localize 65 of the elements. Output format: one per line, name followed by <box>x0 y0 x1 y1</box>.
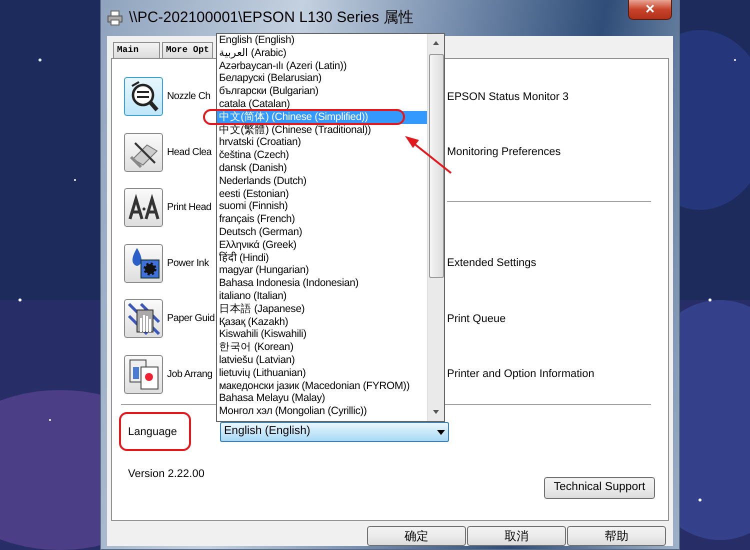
window-title: \\PC-202100001\EPSON L130 Series 属性 <box>129 8 414 28</box>
list-option[interactable]: العربية (Arabic) <box>217 46 427 60</box>
list-option[interactable]: catala (Catalan) <box>217 98 427 111</box>
highlight-box <box>119 412 191 451</box>
list-option[interactable]: हिंदी (Hindi) <box>217 252 427 264</box>
tool-label[interactable]: Monitoring Preferences <box>447 144 659 160</box>
dialog-button[interactable]: 帮助 <box>567 526 666 546</box>
list-option[interactable]: suomi (Finnish) <box>217 200 427 214</box>
language-label: Language <box>127 424 178 440</box>
tool-label[interactable]: Power Ink <box>167 256 209 271</box>
scroll-thumb[interactable] <box>429 54 444 278</box>
list-option[interactable]: Kiswahili (Kiswahili) <box>217 328 427 342</box>
list-option[interactable]: lietuvių (Lithuanian) <box>217 366 427 380</box>
tool-button[interactable] <box>124 354 163 394</box>
list-option[interactable]: latviešu (Latvian) <box>217 354 427 367</box>
tool-label[interactable]: EPSON Status Monitor 3 <box>447 88 659 105</box>
list-option[interactable]: Қазақ (Kazakh) <box>217 316 427 328</box>
caret-icon <box>437 430 445 434</box>
language-dropdown[interactable]: English (English) <box>220 422 449 442</box>
language-menu[interactable] <box>216 33 445 422</box>
hand-paper-icon <box>126 302 160 336</box>
list-option[interactable]: italiano (Italian) <box>217 290 427 303</box>
tool-label[interactable]: Paper Guid <box>167 311 215 326</box>
tab[interactable]: More Opt <box>162 42 214 58</box>
list-option[interactable]: hrvatski (Croatian) <box>217 136 427 150</box>
list-option[interactable]: 中文(繁體) (Chinese (Traditional)) <box>217 124 427 136</box>
list-option[interactable]: čeština (Czech) <box>217 149 427 162</box>
tool-button[interactable] <box>124 77 163 116</box>
tool-label[interactable]: Printer and Option Information <box>447 366 659 382</box>
list-option[interactable]: eesti (Estonian) <box>217 188 427 200</box>
list-option[interactable]: magyar (Hungarian) <box>217 264 427 278</box>
tool-label[interactable]: Print Queue <box>447 310 659 327</box>
list-option[interactable]: dansk (Danish) <box>217 162 427 175</box>
list-option[interactable]: македонски јазик (Macedonian (FYROM)) <box>217 380 427 392</box>
list-option[interactable]: français (French) <box>217 213 427 226</box>
printer-icon <box>107 10 123 26</box>
technical-support-button[interactable]: Technical Support <box>544 476 655 498</box>
tool-label[interactable]: Extended Settings <box>447 255 659 272</box>
close-button[interactable]: × <box>628 0 672 20</box>
list-option[interactable]: Беларускі (Belarusian) <box>217 72 427 86</box>
list-option[interactable]: English (English) <box>217 34 427 47</box>
tool-button[interactable] <box>124 132 163 172</box>
list-option[interactable]: български (Bulgarian) <box>217 85 427 98</box>
dialog-button[interactable]: 取消 <box>467 526 566 546</box>
tool-label[interactable]: Job Arrang <box>167 366 212 382</box>
version-text: Version 2.22.00 <box>128 467 204 482</box>
list-option[interactable]: Nederlands (Dutch) <box>217 174 427 188</box>
list-option[interactable]: 한국어 (Korean) <box>217 341 427 354</box>
tool-button[interactable] <box>124 188 163 228</box>
tool-button[interactable] <box>124 299 163 338</box>
documents-icon <box>126 357 160 392</box>
tool-button[interactable] <box>124 244 163 283</box>
list-option[interactable]: Монгол хэл (Mongolian (Cyrillic)) <box>217 405 427 418</box>
dialog-button[interactable]: 确定 <box>367 526 466 546</box>
list-option[interactable]: Ελληνικά (Greek) <box>217 238 427 252</box>
list-option[interactable]: Deutsch (German) <box>217 226 427 239</box>
tool-label[interactable]: Print Head <box>167 200 212 216</box>
list-option[interactable]: Bahasa Indonesia (Indonesian) <box>217 277 427 290</box>
scrollbar[interactable] <box>427 34 444 421</box>
list-option[interactable]: 日本語 (Japanese) <box>217 302 427 316</box>
tool-label[interactable]: Head Clea <box>167 144 212 160</box>
tab[interactable]: Main <box>113 42 160 58</box>
list-option[interactable]: Azərbaycan-ılı (Azeri (Latin)) <box>217 60 427 72</box>
list-option[interactable]: Bahasa Melayu (Malay) <box>217 392 427 406</box>
tool-label[interactable]: Nozzle Ch <box>167 89 210 104</box>
